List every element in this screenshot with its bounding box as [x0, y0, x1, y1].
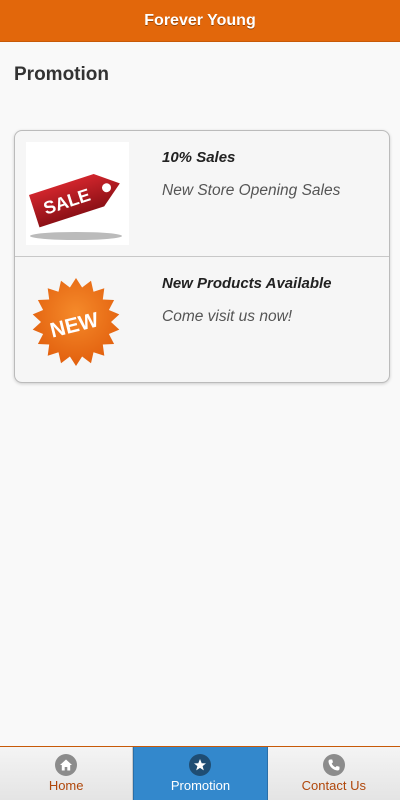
promotion-title: New Products Available: [162, 275, 332, 292]
promotion-description: Come visit us now!: [162, 308, 293, 325]
promotion-description: New Store Opening Sales: [162, 182, 341, 199]
home-icon: [55, 754, 78, 776]
promotion-item[interactable]: SALE 10% Sales New Store Opening Sales: [15, 131, 389, 257]
star-icon: [189, 754, 212, 776]
promotion-thumbnail: SALE: [26, 142, 129, 245]
promotion-item[interactable]: NEW New Products Available Come visit us…: [15, 257, 389, 382]
tab-promotion[interactable]: Promotion: [133, 747, 268, 800]
promotion-title: 10% Sales: [162, 149, 236, 166]
app-title: Forever Young: [144, 11, 256, 29]
sale-tag-icon: SALE: [28, 174, 122, 240]
bottom-tab-bar: Home Promotion Contact Us: [0, 746, 400, 800]
tab-contact-us[interactable]: Contact Us: [267, 747, 400, 800]
phone-icon: [322, 754, 345, 776]
app-header: Forever Young: [0, 0, 400, 42]
promotion-thumbnail: NEW: [26, 268, 129, 371]
page-title: Promotion: [14, 64, 109, 85]
new-badge-icon: NEW: [32, 278, 120, 366]
tab-label: Home: [48, 778, 84, 793]
promotion-list: SALE 10% Sales New Store Opening Sales N…: [14, 130, 390, 383]
tab-label: Promotion: [170, 778, 231, 793]
tab-label: Contact Us: [301, 778, 366, 793]
tab-home[interactable]: Home: [0, 747, 134, 800]
